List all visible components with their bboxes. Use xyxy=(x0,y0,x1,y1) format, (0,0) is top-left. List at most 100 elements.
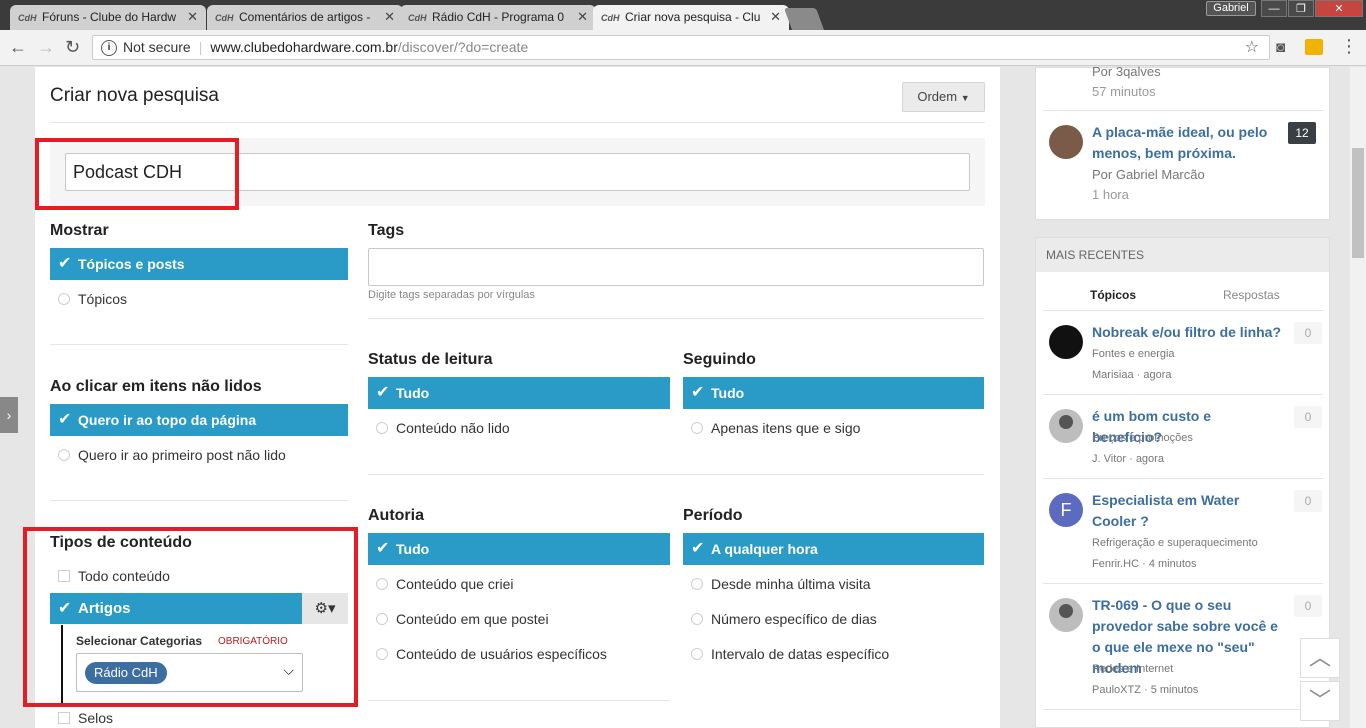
author-option[interactable]: Conteúdo que criei xyxy=(368,575,514,593)
close-icon[interactable]: ✕ xyxy=(577,9,588,25)
close-icon[interactable]: ✕ xyxy=(187,9,198,25)
radio-icon xyxy=(376,422,388,434)
item-time: agora xyxy=(1143,369,1172,381)
camera-icon[interactable]: ◙ xyxy=(1276,39,1285,56)
tab-topics[interactable]: Tópicos xyxy=(1090,288,1136,302)
order-button-label: Ordem xyxy=(917,89,958,104)
tags-input[interactable] xyxy=(368,248,984,286)
divider xyxy=(368,700,670,701)
radio-icon xyxy=(691,578,703,590)
radio-icon xyxy=(691,648,703,660)
maximize-icon[interactable]: ❐ xyxy=(1288,0,1314,17)
extension-icon[interactable] xyxy=(1305,39,1323,55)
order-button[interactable]: Ordem ▼ xyxy=(902,82,985,112)
person-icon xyxy=(1059,604,1073,618)
topic-link[interactable]: A placa-mãe ideal, ou pelo menos, bem pr… xyxy=(1092,122,1282,164)
minimize-icon[interactable]: — xyxy=(1261,0,1287,17)
following-option[interactable]: Apenas itens que e sigo xyxy=(683,419,860,437)
tab-replies[interactable]: Respostas xyxy=(1223,288,1280,302)
read-status-title: Status de leitura xyxy=(368,351,493,368)
forum-name[interactable]: Fontes e energia xyxy=(1092,348,1175,360)
browser-tab[interactable]: CdH Rádio CdH - Programa 0 ✕ xyxy=(400,5,596,31)
close-icon[interactable]: ✕ xyxy=(770,9,781,25)
option-label: Conteúdo que criei xyxy=(396,576,514,592)
forum-name[interactable]: Preços e promoções xyxy=(1092,432,1193,444)
avatar[interactable] xyxy=(1049,409,1083,443)
security-label: Not secure xyxy=(123,39,191,55)
tab-label: Comentários de artigos - xyxy=(239,10,371,24)
click-option[interactable]: Quero ir ao primeiro post não lido xyxy=(50,446,286,464)
divider xyxy=(1043,478,1323,479)
click-option-selected[interactable]: ✔ Quero ir ao topo da página xyxy=(50,404,348,436)
new-tab-button[interactable] xyxy=(783,8,825,30)
page-title: Criar nova pesquisa xyxy=(50,85,219,106)
divider xyxy=(50,344,348,345)
item-author[interactable]: PauloXTZ xyxy=(1092,684,1141,696)
option-label: Intervalo de datas específico xyxy=(711,646,890,662)
scroll-down-button[interactable]: ﹀ xyxy=(1300,681,1340,721)
content-selos-option[interactable]: Selos xyxy=(50,709,113,727)
forum-name[interactable]: Refrigeração e superaquecimento xyxy=(1092,537,1258,549)
info-icon[interactable]: i xyxy=(101,40,117,57)
close-window-icon[interactable]: ✕ xyxy=(1315,0,1363,17)
period-selected[interactable]: ✔ A qualquer hora xyxy=(683,533,984,565)
avatar[interactable] xyxy=(1049,598,1083,632)
reply-count-badge: 0 xyxy=(1294,490,1322,512)
check-icon: ✔ xyxy=(376,384,390,401)
author-option[interactable]: Conteúdo de usuários específicos xyxy=(368,645,607,663)
period-option[interactable]: Intervalo de datas específico xyxy=(683,645,889,663)
item-author: Por Gabriel Marcão xyxy=(1092,167,1205,182)
item-author[interactable]: J. Vitor xyxy=(1092,453,1126,465)
divider xyxy=(368,474,984,475)
author-option[interactable]: Conteúdo em que postei xyxy=(368,610,549,628)
browser-tab[interactable]: CdH Comentários de artigos - ✕ xyxy=(207,5,403,31)
tags-title: Tags xyxy=(368,222,405,239)
check-icon: ✔ xyxy=(376,540,390,557)
person-icon xyxy=(1059,415,1073,429)
reload-icon[interactable]: ↻ xyxy=(65,37,80,58)
scrollbar-thumb[interactable] xyxy=(1352,148,1364,258)
radio-icon xyxy=(691,422,703,434)
read-status-selected[interactable]: ✔ Tudo xyxy=(368,377,670,409)
item-author[interactable]: Fenrir.HC xyxy=(1092,558,1139,570)
option-label: Tudo xyxy=(711,385,745,401)
topic-link[interactable]: Especialista em Water Cooler ? xyxy=(1092,490,1282,532)
menu-icon[interactable]: ⋮ xyxy=(1340,36,1358,57)
avatar[interactable]: F xyxy=(1049,493,1083,527)
author-selected[interactable]: ✔ Tudo xyxy=(368,533,670,565)
option-label: Conteúdo não lido xyxy=(396,420,510,436)
forward-icon[interactable]: → xyxy=(37,37,55,58)
back-icon[interactable]: ← xyxy=(9,37,27,58)
radio-icon xyxy=(691,613,703,625)
chevron-right-icon[interactable]: › xyxy=(0,397,18,433)
show-option[interactable]: Tópicos xyxy=(50,290,127,308)
browser-tab[interactable]: CdH Fóruns - Clube do Hardw ✕ xyxy=(10,5,206,31)
browser-tab-strip: CdH Fóruns - Clube do Hardw ✕ CdH Comentári… xyxy=(0,0,1366,32)
check-icon: ✔ xyxy=(691,384,705,401)
divider xyxy=(1043,709,1323,710)
read-status-option[interactable]: Conteúdo não lido xyxy=(368,419,510,437)
close-icon[interactable]: ✕ xyxy=(384,9,395,25)
forum-name[interactable]: Redes e Internet xyxy=(1092,663,1173,675)
option-label: Tudo xyxy=(396,541,430,557)
browser-tab-active[interactable]: CdH Criar nova pesquisa - Clu ✕ xyxy=(593,5,789,32)
period-option[interactable]: Desde minha última visita xyxy=(683,575,871,593)
url-field[interactable]: i Not secure | www.clubedohardware.com.br/d… xyxy=(92,35,1270,60)
profile-button[interactable]: Gabriel xyxy=(1206,1,1256,16)
item-author-time: Marisiaa · agora xyxy=(1092,369,1172,381)
show-option-selected[interactable]: ✔ Tópicos e posts xyxy=(50,248,348,280)
avatar[interactable] xyxy=(1049,325,1083,359)
star-icon[interactable]: ☆ xyxy=(1245,36,1259,59)
following-selected[interactable]: ✔ Tudo xyxy=(683,377,984,409)
item-author[interactable]: Marisiaa xyxy=(1092,369,1134,381)
avatar[interactable] xyxy=(1049,125,1083,159)
period-option[interactable]: Número específico de dias xyxy=(683,610,877,628)
checkbox-icon xyxy=(58,712,70,724)
divider xyxy=(1043,110,1323,111)
option-label: Conteúdo em que postei xyxy=(396,611,549,627)
scroll-up-button[interactable]: ︿ xyxy=(1300,638,1340,678)
option-label: Desde minha última visita xyxy=(711,576,871,592)
topic-link[interactable]: Nobreak e/ou filtro de linha? xyxy=(1092,322,1282,343)
divider xyxy=(1043,394,1323,395)
cdh-favicon-icon: CdH xyxy=(215,13,234,23)
